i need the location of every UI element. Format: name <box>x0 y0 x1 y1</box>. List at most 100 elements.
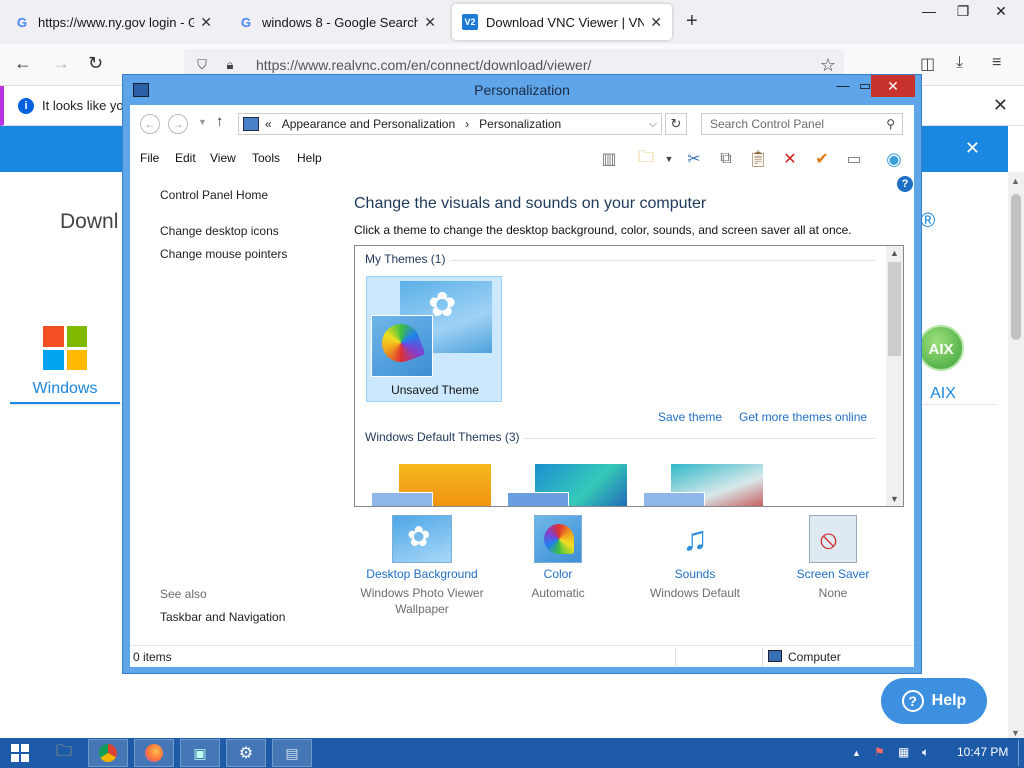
scrollbar-thumb[interactable] <box>888 262 901 356</box>
folder-options-icon[interactable]: 🗀︎ <box>635 148 657 170</box>
theme-flowers[interactable] <box>643 464 765 506</box>
chevron-down-icon[interactable]: ⌵ <box>649 118 657 131</box>
minimize-icon[interactable]: — <box>912 0 946 22</box>
recent-pages-icon[interactable]: ▼ <box>198 117 207 127</box>
os-tab-aix[interactable]: AIX AIX <box>918 325 968 403</box>
menu-help[interactable]: Help <box>297 151 322 165</box>
chrome-taskbar-button[interactable] <box>88 739 128 767</box>
desktop-background-link[interactable]: Desktop Background <box>347 567 497 581</box>
theme-windows[interactable] <box>371 464 493 506</box>
close-tab-icon[interactable]: ✕ <box>424 14 436 31</box>
new-tab-button[interactable]: + <box>686 10 698 33</box>
refresh-icon[interactable]: ↻ <box>665 113 687 135</box>
close-tab-icon[interactable]: ✕ <box>650 14 662 31</box>
control-panel-taskbar-button[interactable]: ▤ <box>272 739 312 767</box>
menu-file[interactable]: File <box>140 151 159 165</box>
settings-taskbar-button[interactable]: ⚙ <box>226 739 266 767</box>
get-more-themes-link[interactable]: Get more themes online <box>739 410 867 424</box>
search-icon[interactable]: ⚲ <box>886 114 895 134</box>
pocket-icon[interactable]: ◫ <box>920 54 935 74</box>
bookmark-star-icon[interactable]: ☆ <box>820 55 836 76</box>
shield-icon[interactable]: ⛉ <box>192 57 212 73</box>
reload-icon[interactable]: ↻ <box>88 53 103 74</box>
change-mouse-pointers-link[interactable]: Change mouse pointers <box>160 247 287 261</box>
theme-unsaved[interactable]: Unsaved Theme <box>366 276 502 402</box>
color-setting[interactable]: Color Automatic <box>483 515 633 601</box>
scroll-up-icon[interactable]: ▲ <box>890 248 899 258</box>
layout-pane-icon[interactable]: ▥ <box>598 148 620 170</box>
close-window-button[interactable]: ✕ <box>871 75 915 97</box>
scroll-down-icon[interactable]: ▼ <box>890 494 899 504</box>
up-arrow-icon[interactable]: ↑ <box>216 113 224 130</box>
taskbar-navigation-link[interactable]: Taskbar and Navigation <box>160 610 285 624</box>
save-theme-link[interactable]: Save theme <box>658 410 722 424</box>
screen-saver-setting[interactable]: ⦸ Screen Saver None <box>758 515 908 601</box>
scroll-up-icon[interactable]: ▲ <box>1011 176 1020 186</box>
back-arrow-icon[interactable]: ← <box>14 53 32 74</box>
close-window-icon[interactable]: ✕ <box>984 0 1018 22</box>
change-desktop-icons-link[interactable]: Change desktop icons <box>160 224 279 238</box>
cut-icon[interactable]: ✂ <box>683 148 705 170</box>
tab-vnc-viewer[interactable]: V2 Download VNC Viewer | VNC® ✕ <box>452 4 672 40</box>
chevron-down-icon[interactable]: ▼ <box>658 148 680 170</box>
theme-list-scrollbar[interactable]: ▲ ▼ <box>886 246 903 506</box>
lock-icon[interactable]: 🔒︎ <box>220 57 240 73</box>
search-input[interactable]: Search Control Panel ⚲ <box>701 113 903 135</box>
close-notification-icon[interactable]: ✕ <box>993 95 1008 116</box>
theme-lines-colors[interactable] <box>507 464 629 506</box>
help-icon[interactable]: ? <box>897 176 913 192</box>
volume-muted-icon[interactable]: 🔈︎ <box>922 745 929 760</box>
breadcrumb-appearance[interactable]: Appearance and Personalization <box>282 117 455 131</box>
sounds-setting[interactable]: ♫ Sounds Windows Default <box>620 515 770 601</box>
forward-arrow-icon[interactable]: → <box>52 53 70 74</box>
menu-hamburger-icon[interactable]: ≡ <box>992 54 1001 72</box>
page-scrollbar[interactable]: ▲ ▼ <box>1008 172 1024 742</box>
address-bar[interactable]: « Appearance and Personalization › Perso… <box>238 113 662 135</box>
screen-saver-link[interactable]: Screen Saver <box>758 567 908 581</box>
globe-icon[interactable]: ◉ <box>883 148 905 170</box>
scroll-down-icon[interactable]: ▼ <box>1011 728 1020 738</box>
menu-tools[interactable]: Tools <box>252 151 280 165</box>
desktop-background-icon[interactable]: ✿ <box>392 515 452 563</box>
desktop-background-setting[interactable]: ✿ Desktop Background Windows Photo Viewe… <box>347 515 497 617</box>
screen-saver-icon[interactable]: ⦸ <box>809 515 857 563</box>
firefox-taskbar-button[interactable] <box>134 739 174 767</box>
menu-view[interactable]: View <box>210 151 236 165</box>
default-themes-header[interactable]: Windows Default Themes (3) <box>365 430 520 444</box>
monitor-taskbar-button[interactable]: ▣ <box>180 739 220 767</box>
copy-icon[interactable]: ⧉ <box>715 148 737 170</box>
tab-ny-gov[interactable]: G https://www.ny.gov login - Goo ✕ <box>4 4 222 40</box>
sounds-icon[interactable]: ♫ <box>665 515 725 563</box>
breadcrumb-separator[interactable]: › <box>465 117 469 131</box>
network-icon[interactable]: ▦ <box>898 745 909 759</box>
close-banner-icon[interactable]: ✕ <box>965 138 980 159</box>
control-panel-icon[interactable] <box>133 83 149 97</box>
window-title-bar[interactable]: Personalization <box>123 75 921 105</box>
control-panel-home-link[interactable]: Control Panel Home <box>160 188 268 202</box>
file-explorer-icon[interactable]: 🗀︎ <box>44 739 84 767</box>
url-text[interactable]: https://www.realvnc.com/en/connect/downl… <box>256 57 591 73</box>
download-icon[interactable]: ⤓ <box>956 54 963 72</box>
breadcrumb-overflow[interactable]: « <box>265 117 272 131</box>
show-desktop-button[interactable] <box>1018 740 1019 766</box>
show-hidden-icons-icon[interactable]: ▲ <box>852 748 861 758</box>
delete-icon[interactable]: ✕ <box>779 148 801 170</box>
paste-icon[interactable]: 📋︎ <box>747 148 769 170</box>
color-palette-icon[interactable] <box>534 515 582 563</box>
forward-arrow-icon[interactable]: → <box>168 114 188 134</box>
color-link[interactable]: Color <box>483 567 633 581</box>
scrollbar-thumb[interactable] <box>1011 194 1021 340</box>
restore-icon[interactable]: ❐ <box>946 0 980 22</box>
back-arrow-icon[interactable]: ← <box>140 114 160 134</box>
start-button[interactable] <box>0 739 40 767</box>
breadcrumb-personalization[interactable]: Personalization <box>479 117 561 131</box>
properties-icon[interactable]: ▭ <box>843 148 865 170</box>
close-tab-icon[interactable]: ✕ <box>200 14 212 31</box>
help-button[interactable]: ? Help <box>881 678 987 724</box>
os-tab-windows[interactable]: Windows <box>10 320 120 398</box>
clock[interactable]: 10:47 PM <box>957 745 1008 759</box>
checkmark-icon[interactable]: ✔ <box>811 148 833 170</box>
menu-edit[interactable]: Edit <box>175 151 196 165</box>
action-center-icon[interactable]: ⚑ <box>874 745 885 759</box>
tab-windows8-search[interactable]: G windows 8 - Google Search ✕ <box>228 4 446 40</box>
